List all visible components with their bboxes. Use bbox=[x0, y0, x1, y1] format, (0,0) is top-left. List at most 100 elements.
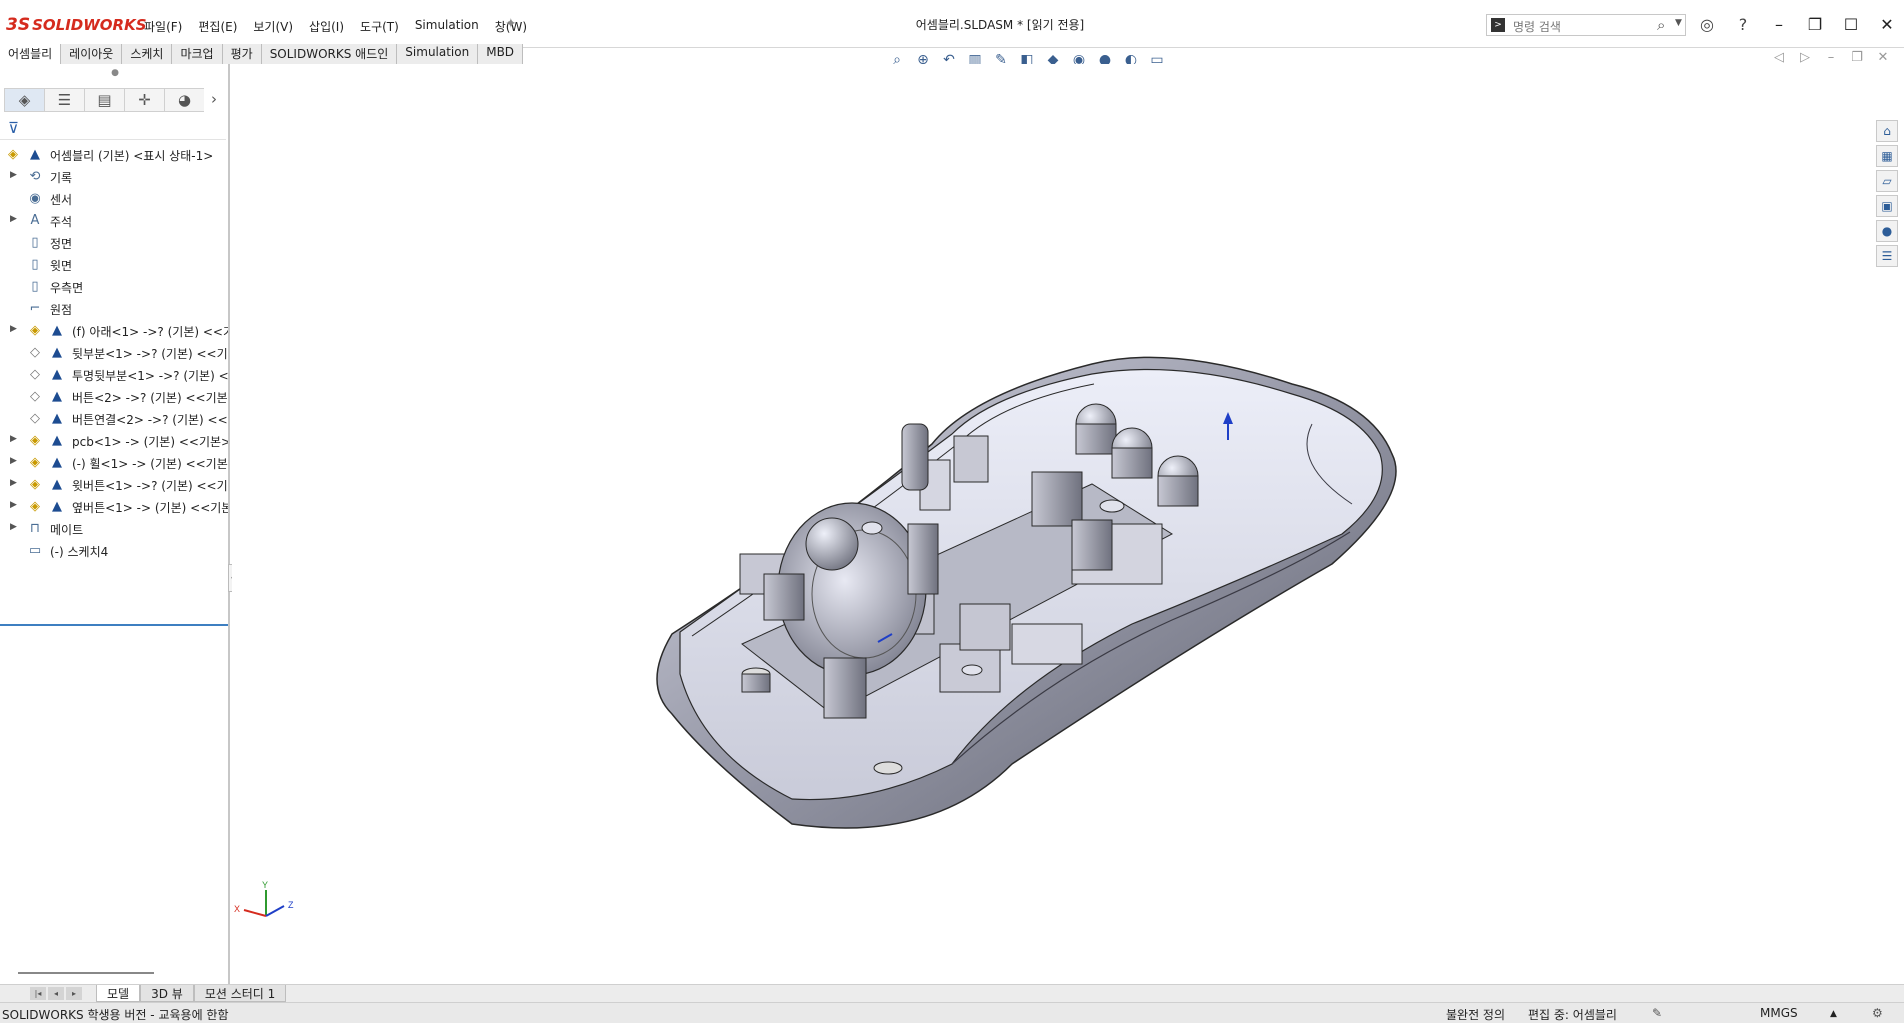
menu-file[interactable]: 파일(F) bbox=[136, 14, 190, 39]
tree-item[interactable]: ▭ (-) 스케치4 bbox=[0, 540, 228, 562]
command-search[interactable]: > 명령 검색 ⌕ ▼ bbox=[1486, 14, 1686, 36]
tree-item[interactable]: ▯ 우측면 bbox=[0, 276, 228, 298]
expand-arrow-icon[interactable]: ▶ bbox=[10, 522, 17, 532]
bottom-tab-bar: |◂ ◂ ▸ 모델 3D 뷰 모션 스터디 1 bbox=[0, 984, 1904, 1002]
tree-item[interactable]: ▶ ⟲ 기록 bbox=[0, 166, 228, 188]
configuration-manager-tab-icon[interactable]: ▤ bbox=[84, 88, 124, 112]
viewport-expand-icon[interactable]: ▷ bbox=[1796, 50, 1814, 65]
tree-filter-row: ⊽ bbox=[0, 116, 226, 140]
graphics-viewport[interactable]: Y X Z bbox=[232, 64, 1872, 984]
user-account-icon[interactable]: ◎ bbox=[1696, 14, 1718, 36]
tab-3d-view[interactable]: 3D 뷰 bbox=[140, 985, 194, 1002]
dimxpert-manager-tab-icon[interactable]: ✛ bbox=[124, 88, 164, 112]
rebuild-icon[interactable]: ✎ bbox=[1652, 1006, 1662, 1020]
model-tabs: 모델 3D 뷰 모션 스터디 1 bbox=[96, 985, 287, 1002]
expand-arrow-icon[interactable]: ▶ bbox=[10, 170, 17, 180]
display-manager-tab-icon[interactable]: ◕ bbox=[164, 88, 204, 112]
chevron-right-icon[interactable]: › bbox=[204, 88, 224, 112]
expand-arrow-icon[interactable]: ▶ bbox=[10, 500, 17, 510]
tree-item[interactable]: ▶ ◈ ▲ pcb<1> -> (기본) <<기본>_ bbox=[0, 430, 228, 452]
prev-tab-icon[interactable]: ◂ bbox=[48, 987, 64, 1000]
tree-item[interactable]: ◇ ▲ 투명뒷부분<1> ->? (기본) < bbox=[0, 364, 228, 386]
tree-item[interactable]: ◇ ▲ 뒷부분<1> ->? (기본) <<기본 bbox=[0, 342, 228, 364]
title-bar: 3S SOLIDWORKS 파일(F) 편집(E) 보기(V) 삽입(I) 도구(… bbox=[0, 0, 1904, 48]
tree-item[interactable]: ◇ ▲ 버튼<2> ->? (기본) <<기본> bbox=[0, 386, 228, 408]
tree-item[interactable]: ▯ 윗면 bbox=[0, 254, 228, 276]
panel-grip-icon[interactable]: ● bbox=[0, 68, 230, 78]
tree-item-label: 센서 bbox=[50, 193, 73, 207]
chevron-down-icon[interactable]: ▼ bbox=[1675, 18, 1682, 28]
menu-insert[interactable]: 삽입(I) bbox=[301, 14, 352, 39]
tab-assembly[interactable]: 어셈블리 bbox=[0, 44, 62, 64]
tree-item[interactable]: ◇ ▲ 버튼연결<2> ->? (기본) << bbox=[0, 408, 228, 430]
search-icon[interactable]: ⌕ bbox=[1657, 16, 1665, 34]
tab-motion-study[interactable]: 모션 스터디 1 bbox=[193, 985, 287, 1002]
next-tab-icon[interactable]: ▸ bbox=[66, 987, 82, 1000]
menu-edit[interactable]: 편집(E) bbox=[190, 14, 245, 39]
home-icon[interactable]: ⌂ bbox=[1876, 120, 1898, 142]
tab-simulation[interactable]: Simulation bbox=[397, 44, 479, 64]
maximize-button[interactable]: ☐ bbox=[1838, 14, 1864, 36]
first-tab-icon[interactable]: |◂ bbox=[30, 987, 46, 1000]
file-explorer-icon[interactable]: ▣ bbox=[1876, 195, 1898, 217]
restore-button[interactable]: ❐ bbox=[1802, 14, 1828, 36]
part-icon: ◇ bbox=[30, 345, 40, 360]
appearances-icon[interactable]: ● bbox=[1876, 220, 1898, 242]
help-icon[interactable]: ? bbox=[1732, 14, 1754, 36]
resources-icon[interactable]: ▦ bbox=[1876, 145, 1898, 167]
viewport-minimize-icon[interactable]: – bbox=[1822, 50, 1840, 65]
menu-tools[interactable]: 도구(T) bbox=[352, 14, 407, 39]
tab-model[interactable]: 모델 bbox=[96, 985, 141, 1002]
rollback-bar[interactable] bbox=[0, 624, 228, 626]
viewport-collapse-icon[interactable]: ◁ bbox=[1770, 50, 1788, 65]
triad-z-label: Z bbox=[288, 900, 294, 910]
close-button[interactable]: ✕ bbox=[1874, 14, 1900, 36]
design-library-icon[interactable]: ▱ bbox=[1876, 170, 1898, 192]
viewport-close-icon[interactable]: ✕ bbox=[1874, 50, 1892, 65]
tree-item[interactable]: ▶ A 주석 bbox=[0, 210, 228, 232]
tree-item[interactable]: ◉ 센서 bbox=[0, 188, 228, 210]
tree-item[interactable]: ▶ ◈ ▲ 옆버튼<1> -> (기본) <<기본 bbox=[0, 496, 228, 518]
tree-item[interactable]: ⌐ 원점 bbox=[0, 298, 228, 320]
student-cap-icon: ▲ bbox=[52, 389, 62, 404]
panel-horizontal-scrollbar[interactable] bbox=[18, 972, 154, 974]
minimize-button[interactable]: – bbox=[1766, 14, 1792, 36]
expand-arrow-icon[interactable]: ▶ bbox=[10, 478, 17, 488]
menu-view[interactable]: 보기(V) bbox=[245, 14, 301, 39]
status-tools-icon[interactable]: ⚙ bbox=[1872, 1006, 1883, 1020]
expand-arrow-icon[interactable]: ▶ bbox=[10, 456, 17, 466]
tree-item[interactable]: ▶ ◈ ▲ (-) 휠<1> -> (기본) <<기본> bbox=[0, 452, 228, 474]
status-units[interactable]: MMGS bbox=[1760, 1006, 1798, 1020]
mouse-assembly-model[interactable]: Y X Z bbox=[232, 64, 1872, 984]
student-cap-icon: ▲ bbox=[52, 345, 62, 360]
triad-y-label: Y bbox=[262, 880, 268, 890]
tree-item-label: 기록 bbox=[50, 171, 73, 185]
tree-item[interactable]: ▶ ◈ ▲ (f) 아래<1> ->? (기본) <<기 bbox=[0, 320, 228, 342]
tree-item[interactable]: ▯ 정면 bbox=[0, 232, 228, 254]
filter-icon[interactable]: ⊽ bbox=[8, 119, 19, 137]
view-triad[interactable]: Y X Z bbox=[234, 880, 294, 917]
tab-mbd[interactable]: MBD bbox=[478, 44, 524, 64]
expand-arrow-icon[interactable]: ▶ bbox=[10, 434, 17, 444]
tab-addins[interactable]: SOLIDWORKS 애드인 bbox=[261, 44, 398, 64]
tab-sketch[interactable]: 스케치 bbox=[122, 44, 173, 64]
tree-item[interactable]: ▶ ◈ ▲ 윗버튼<1> ->? (기본) <<기 bbox=[0, 474, 228, 496]
property-manager-tab-icon[interactable]: ☰ bbox=[44, 88, 84, 112]
custom-properties-icon[interactable]: ☰ bbox=[1876, 245, 1898, 267]
pin-menu-icon[interactable]: ✦ bbox=[505, 16, 517, 32]
tab-evaluate[interactable]: 평가 bbox=[222, 44, 262, 64]
tree-item[interactable]: ▶ ⊓ 메이트 bbox=[0, 518, 228, 540]
expand-arrow-icon[interactable]: ▶ bbox=[10, 214, 17, 224]
expand-arrow-icon[interactable]: ▶ bbox=[10, 324, 17, 334]
document-title: 어셈블리.SLDASM * [읽기 전용] bbox=[915, 18, 1085, 32]
viewport-restore-icon[interactable]: ❐ bbox=[1848, 50, 1866, 65]
tree-root-item[interactable]: ◈ ▲ 어셈블리 (기본) <표시 상태-1> bbox=[0, 144, 228, 166]
tree-item-label: 메이트 bbox=[50, 523, 84, 537]
menu-simulation[interactable]: Simulation bbox=[407, 14, 487, 39]
tab-markup[interactable]: 마크업 bbox=[172, 44, 223, 64]
tab-layout[interactable]: 레이아웃 bbox=[61, 44, 123, 64]
solidworks-logo[interactable]: 3S SOLIDWORKS bbox=[6, 15, 147, 35]
tree-item-label: 윗버튼<1> ->? (기본) <<기 bbox=[72, 479, 228, 493]
units-up-icon[interactable]: ▲ bbox=[1830, 1009, 1837, 1019]
feature-manager-tab-icon[interactable]: ◈ bbox=[4, 88, 44, 112]
